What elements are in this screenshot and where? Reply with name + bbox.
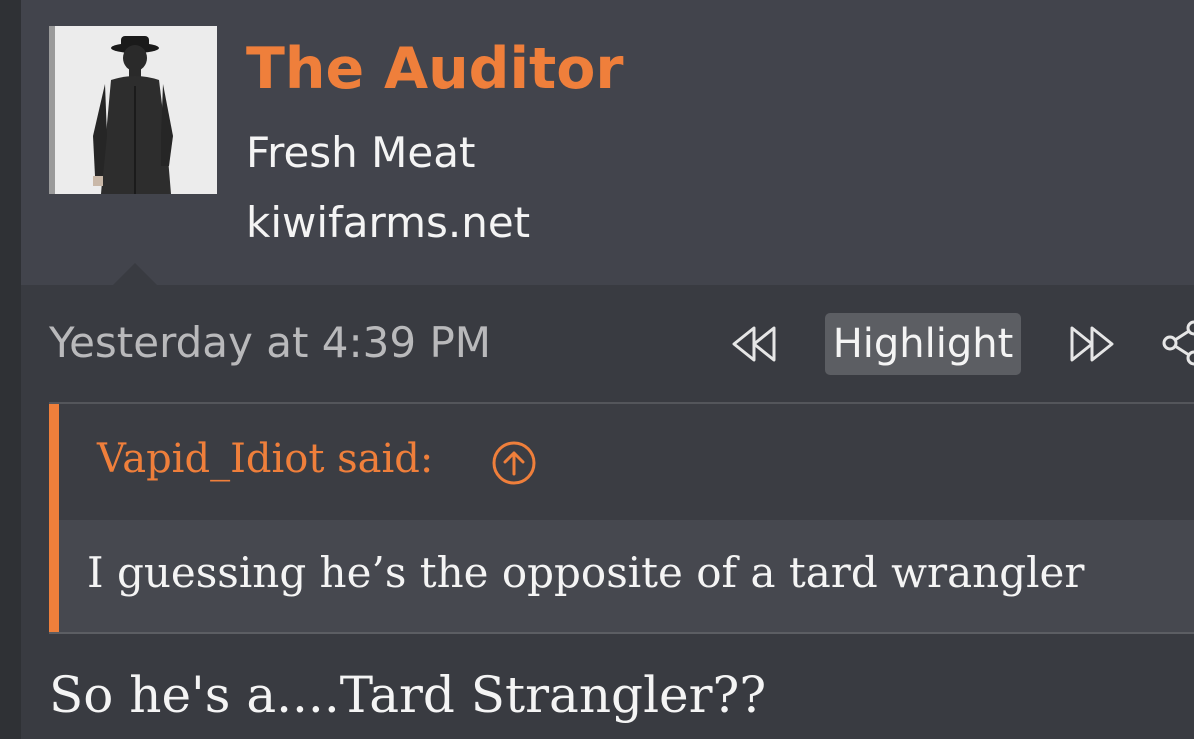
double-chevron-left-icon <box>732 326 776 362</box>
previous-highlight-button[interactable] <box>728 322 780 366</box>
post-body-text: So he's a....Tard Strangler?? <box>49 666 767 724</box>
quote-accent-bar <box>49 404 59 634</box>
avatar-man-in-hat-icon <box>49 26 217 194</box>
quote-jump-button[interactable] <box>491 440 537 486</box>
quote-author[interactable]: Vapid_Idiot said: <box>97 436 433 482</box>
share-button[interactable] <box>1160 318 1194 368</box>
next-highlight-button[interactable] <box>1066 322 1118 366</box>
highlight-button[interactable]: Highlight <box>825 313 1021 375</box>
avatar[interactable] <box>49 26 217 194</box>
quote-body: I guessing he’s the opposite of a tard w… <box>59 520 1194 634</box>
quote-block: Vapid_Idiot said: I guessing he’s the op… <box>49 404 1194 634</box>
arrow-up-circle-icon <box>492 441 536 485</box>
post-timestamp[interactable]: Yesterday at 4:39 PM <box>49 318 491 367</box>
left-rail <box>0 0 21 739</box>
user-site: kiwifarms.net <box>246 198 531 247</box>
quote-bottom-border <box>49 632 1194 634</box>
forum-post: The Auditor Fresh Meat kiwifarms.net Yes… <box>0 0 1194 739</box>
header-pointer-arrow <box>113 263 157 285</box>
double-chevron-right-icon <box>1070 326 1114 362</box>
quote-text: I guessing he’s the opposite of a tard w… <box>87 548 1085 597</box>
share-icon <box>1162 320 1194 366</box>
username[interactable]: The Auditor <box>246 36 624 102</box>
quote-header: Vapid_Idiot said: <box>59 404 1194 520</box>
user-title: Fresh Meat <box>246 128 476 177</box>
